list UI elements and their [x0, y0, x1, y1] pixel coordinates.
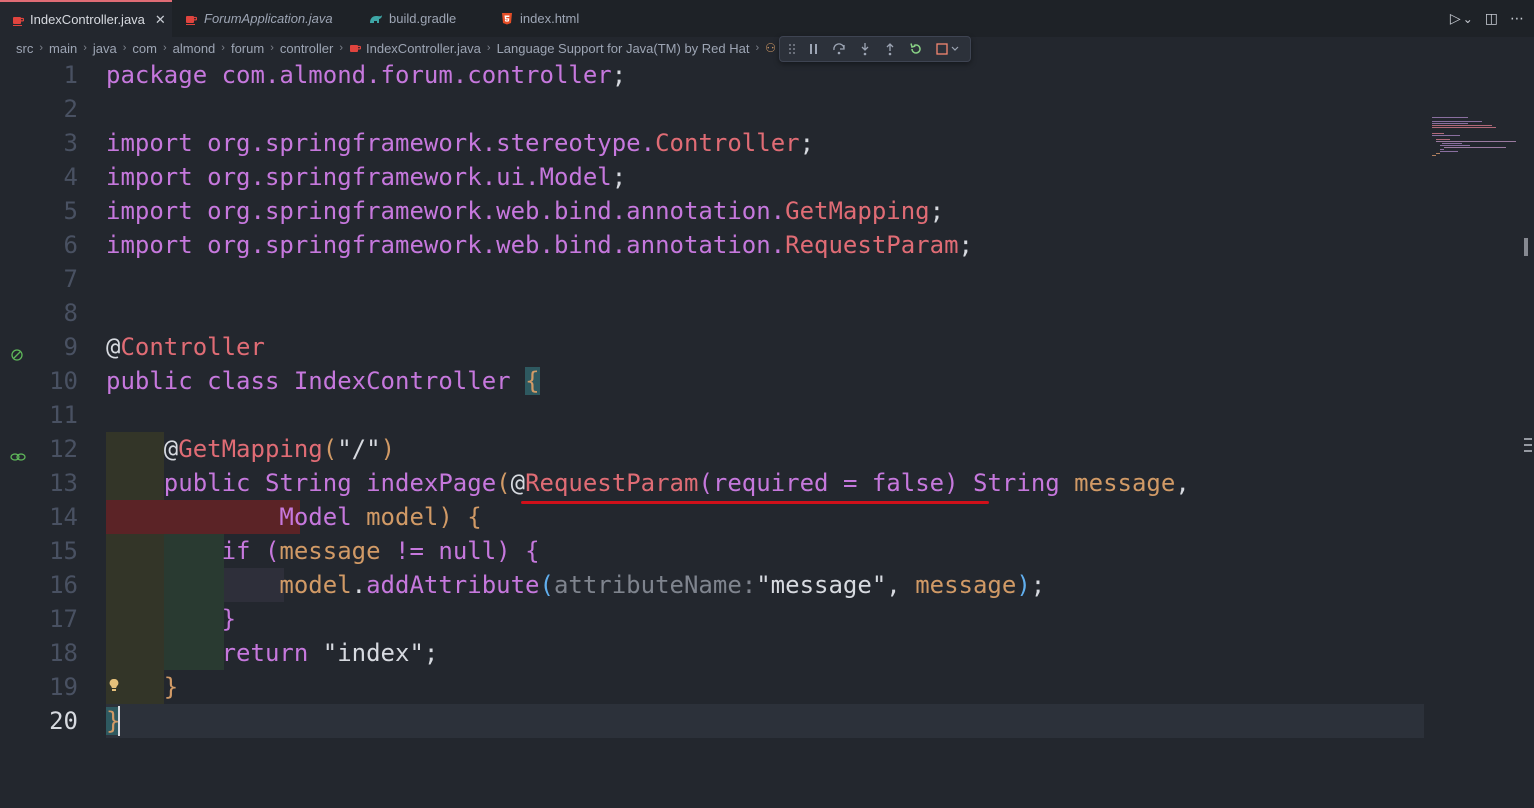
step-over-icon[interactable]: [832, 42, 846, 56]
tab-label: index.html: [520, 11, 580, 26]
lightbulb-icon[interactable]: [108, 670, 120, 691]
split-editor-icon[interactable]: ◫: [1485, 10, 1498, 27]
chevron-down-icon[interactable]: ⌄: [1463, 12, 1473, 26]
chevron-right-icon: ›: [39, 42, 44, 54]
code-line-current: }: [106, 707, 121, 735]
code-line: import org.springframework.stereotype.Co…: [106, 129, 815, 157]
breadcrumb-item[interactable]: almond: [173, 41, 216, 56]
code-line: public String indexPage(@RequestParam(re…: [163, 469, 1190, 497]
code-line: import org.springframework.web.bind.anno…: [106, 197, 945, 225]
tab-index-html[interactable]: index.html: [488, 0, 613, 37]
run-icon[interactable]: ▷: [1450, 10, 1461, 27]
code-line: import org.springframework.web.bind.anno…: [106, 231, 973, 259]
line-number: 2: [63, 95, 78, 123]
html5-icon: [500, 12, 514, 26]
step-into-icon[interactable]: [859, 42, 871, 56]
restart-icon[interactable]: [909, 42, 923, 56]
tab-build-gradle[interactable]: build.gradle: [357, 0, 488, 37]
editor-actions: ▷ ⌄ ◫ ⋯: [1450, 0, 1524, 37]
chevron-right-icon: ›: [339, 42, 343, 54]
breadcrumb-item[interactable]: src: [16, 41, 33, 56]
java-icon: [184, 12, 198, 26]
code-line: import org.springframework.ui.Model;: [106, 163, 627, 191]
pause-icon[interactable]: [809, 42, 819, 56]
tab-forumapplication-java[interactable]: ForumApplication.java: [172, 0, 357, 37]
line-number: 8: [63, 299, 78, 327]
breadcrumb-item[interactable]: java: [93, 41, 117, 56]
code-line: @GetMapping("/"): [163, 435, 396, 463]
code-line: model.addAttribute(attributeName:"messag…: [279, 571, 1046, 599]
tab-indexcontroller-java[interactable]: IndexController.java ✕: [0, 0, 172, 37]
code-line: }: [221, 605, 237, 633]
chevron-right-icon: ›: [755, 42, 760, 54]
breadcrumb-item[interactable]: forum: [231, 41, 264, 56]
more-actions-icon[interactable]: ⋯: [1510, 10, 1524, 27]
chevron-right-icon: ›: [486, 42, 491, 54]
tab-label: IndexController.java: [30, 12, 145, 27]
chevron-right-icon: ›: [83, 42, 87, 54]
breadcrumb-item[interactable]: controller: [280, 41, 333, 56]
drag-handle-icon[interactable]: [788, 42, 796, 56]
stop-icon[interactable]: [936, 42, 962, 56]
chevron-right-icon: ›: [221, 42, 225, 54]
code-editor[interactable]: 1 2 3 4 5 6 7 8 9 10 11 12 13 14 15 16 1…: [0, 58, 1534, 808]
text-cursor: [118, 706, 120, 736]
step-out-icon[interactable]: [884, 42, 896, 56]
code-line: package com.almond.forum.controller;: [106, 61, 627, 89]
minimap[interactable]: [1428, 116, 1520, 166]
close-icon[interactable]: ✕: [155, 12, 166, 28]
code-line: public class IndexController {: [106, 367, 540, 395]
code-line: }: [163, 673, 179, 701]
line-number: 11: [49, 401, 78, 429]
breadcrumb: src › main › java › com › almond › forum…: [0, 37, 1534, 59]
code-line: if (message != null) {: [221, 537, 540, 565]
line-number: 7: [63, 265, 78, 293]
breadcrumb-item[interactable]: Language Support for Java(TM) by Red Hat: [497, 41, 750, 56]
breadcrumb-item[interactable]: IndexController.java: [366, 41, 481, 56]
java-icon: [12, 13, 24, 27]
code-line: Model model) {: [279, 503, 482, 531]
chevron-right-icon: ›: [122, 42, 127, 54]
gradle-icon: [369, 12, 383, 26]
scrollbar-marker: [1522, 438, 1532, 460]
scrollbar-marker: [1524, 238, 1528, 256]
editor-tab-bar: IndexController.java ✕ ForumApplication.…: [0, 0, 1534, 37]
chevron-right-icon: ›: [162, 42, 167, 54]
code-line: @Controller: [106, 333, 265, 361]
java-icon: [349, 42, 362, 54]
symbol-icon: ⚇: [765, 41, 776, 55]
breadcrumb-item[interactable]: main: [49, 41, 77, 56]
chevron-right-icon: ›: [270, 42, 274, 54]
tab-label: build.gradle: [389, 11, 457, 26]
code-line: return "index";: [221, 639, 439, 667]
tab-label: ForumApplication.java: [204, 11, 333, 26]
breadcrumb-item[interactable]: com: [132, 41, 157, 56]
